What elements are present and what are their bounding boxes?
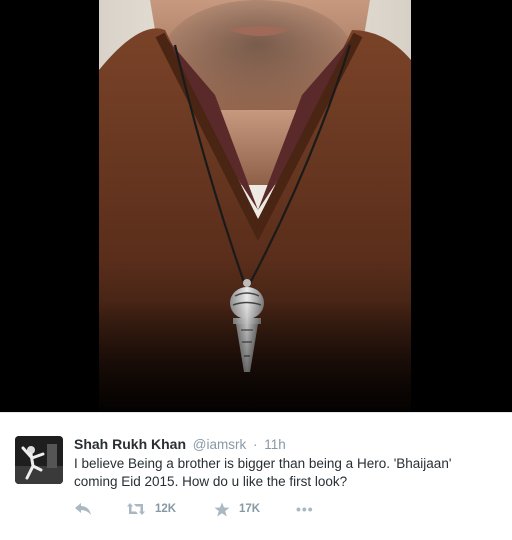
poster-image (99, 0, 411, 412)
author-fullname[interactable]: Shah Rukh Khan (74, 436, 186, 452)
retweet-icon (127, 503, 145, 515)
favorite-count: 17K (239, 503, 261, 515)
tweet-body: Shah Rukh Khan @iamsrk · 11h I believe B… (0, 412, 512, 540)
tweet-actions: 12K 17K ••• (74, 500, 314, 518)
reply-icon (75, 503, 91, 515)
tweet-text: I believe Being a brother is bigger than… (74, 456, 452, 489)
star-icon (214, 502, 230, 516)
separator-dot: · (253, 437, 258, 452)
retweet-button[interactable]: 12K (126, 502, 214, 516)
tweet-timestamp[interactable]: 11h (264, 437, 286, 452)
avatar[interactable] (15, 436, 63, 484)
retweet-count: 12K (155, 503, 177, 515)
tweet-card: Shah Rukh Khan @iamsrk · 11h I believe B… (0, 0, 512, 540)
author-username[interactable]: @iamsrk (193, 437, 246, 452)
favorite-button[interactable]: 17K (214, 502, 296, 517)
more-options-button[interactable]: ••• (296, 501, 314, 517)
tweet-media-photo[interactable] (0, 0, 512, 412)
more-options-icon: ••• (296, 501, 314, 517)
reply-button[interactable] (74, 502, 126, 516)
tweet-header: Shah Rukh Khan @iamsrk · 11h (74, 435, 286, 454)
